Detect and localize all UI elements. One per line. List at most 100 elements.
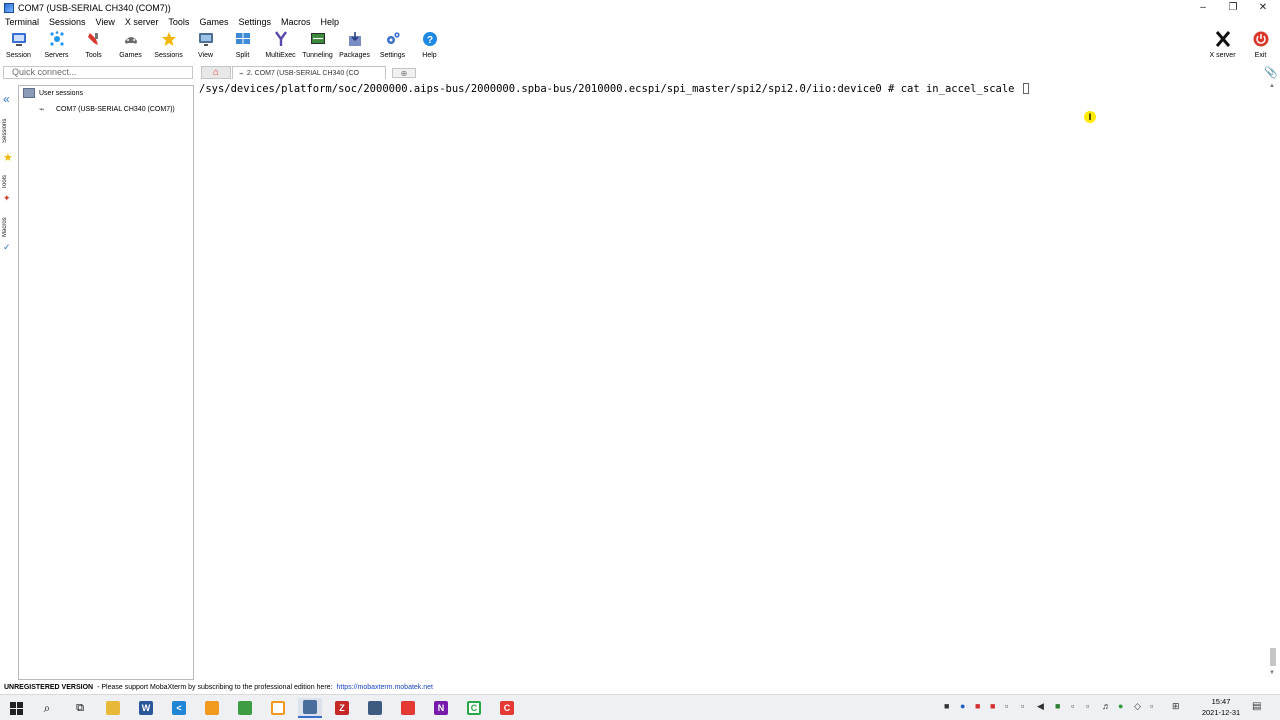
calculator-app[interactable] (364, 698, 386, 718)
clock-time: 15:47 (1211, 697, 1231, 706)
app-icon (205, 701, 219, 715)
side-tab-strip: « Sessions ★ Tools ✦ Macros ✓ (0, 85, 18, 680)
red-c-app[interactable]: C (496, 698, 518, 718)
sessions-panel: User sessions ⌁ COM7 (USB-SERIAL CH340 (… (18, 85, 194, 680)
minimize-button[interactable]: – (1188, 0, 1218, 15)
input-method-icon[interactable]: ⊞ (1172, 701, 1180, 712)
tab-com7[interactable]: ⌁ 2. COM7 (USB-SERIAL CH340 (CO (232, 66, 386, 79)
side-tab-sessions[interactable]: Sessions (2, 115, 16, 147)
tray-app-icon[interactable]: ◀ (1037, 701, 1044, 712)
user-sessions-folder[interactable]: User sessions (23, 88, 83, 98)
session-item-com7[interactable]: ⌁ COM7 (USB-SERIAL CH340 (COM7)) (39, 104, 175, 114)
folder-icon (106, 701, 120, 715)
menu-tools[interactable]: Tools (168, 17, 189, 27)
tray-app-icon[interactable]: ■ (944, 701, 949, 711)
filezilla-app[interactable]: Z (331, 698, 353, 718)
start-button[interactable] (5, 698, 27, 718)
view-icon (198, 31, 214, 47)
toolbar-tunneling-button[interactable]: Tunneling (299, 29, 336, 63)
app-icon (271, 701, 285, 715)
mobaxterm-link[interactable]: https://mobaxterm.mobatek.net (336, 684, 433, 691)
app-icon: C (467, 701, 481, 715)
status-message: - Please support MobaXterm by subscribin… (97, 683, 333, 691)
quick-connect-input[interactable]: Quick connect... (3, 66, 193, 79)
red-app[interactable] (397, 698, 419, 718)
onenote-app[interactable]: N (430, 698, 452, 718)
toolbar-help-button[interactable]: ? Help (411, 29, 448, 63)
menu-sessions[interactable]: Sessions (49, 17, 86, 27)
tray-app-icon[interactable]: ■ (990, 701, 995, 711)
orange-app[interactable] (201, 698, 223, 718)
terminal-line: /sys/devices/platform/soc/2000000.aips-b… (199, 83, 1029, 95)
network-icon[interactable]: ▫ (1150, 701, 1153, 711)
onenote-icon: N (434, 701, 448, 715)
toolbar-servers-button[interactable]: Servers (38, 29, 75, 63)
maximize-button[interactable]: ❐ (1218, 0, 1248, 15)
svg-text:?: ? (426, 35, 432, 46)
new-tab-button[interactable]: ⊕ (392, 68, 416, 78)
scroll-up-icon[interactable]: ▲ (1269, 83, 1275, 89)
task-view-icon: ⧉ (76, 701, 84, 714)
mobaxterm-taskbar-app[interactable] (298, 698, 322, 718)
green-doc-app[interactable] (234, 698, 256, 718)
vscode-icon: < (172, 701, 186, 715)
scroll-down-icon[interactable]: ▼ (1269, 670, 1275, 676)
tray-app-icon[interactable]: ● (960, 701, 965, 711)
task-view-button[interactable]: ⧉ (69, 698, 91, 718)
toolbar-multiexec-button[interactable]: MultiExec (262, 29, 299, 63)
vscode-app[interactable]: < (168, 698, 190, 718)
macro-icon: ✓ (3, 242, 11, 252)
tray-app-icon[interactable]: ▫ (1071, 701, 1074, 711)
toolbar-view-button[interactable]: View (187, 29, 224, 63)
menu-games[interactable]: Games (199, 17, 228, 27)
paperclip-icon[interactable]: 📎 (1264, 66, 1278, 79)
menu-terminal[interactable]: Terminal (5, 17, 39, 27)
menu-view[interactable]: View (96, 17, 115, 27)
toolbar-split-button[interactable]: Split (224, 29, 261, 63)
tray-app-icon[interactable]: ■ (975, 701, 980, 711)
toolbar-xserver-button[interactable]: X server (1204, 29, 1241, 63)
tray-app-icon[interactable]: ▫ (1005, 701, 1008, 711)
tools-icon: ✦ (3, 193, 11, 203)
mobaxterm-app-icon (4, 2, 14, 13)
document-icon (238, 701, 252, 715)
tray-app-icon[interactable]: ▫ (1086, 701, 1089, 711)
plus-icon: ⊕ (400, 68, 408, 78)
word-app[interactable]: W (135, 698, 157, 718)
green-c-app[interactable]: C (463, 698, 485, 718)
side-tab-macros[interactable]: Macros (2, 213, 16, 241)
terminal-scrollbar[interactable]: ▲ ▼ (1268, 80, 1278, 680)
toolbar-tools-button[interactable]: Tools (75, 29, 112, 63)
toolbar-sessions-button[interactable]: Sessions (150, 29, 187, 63)
toolbar-exit-button[interactable]: Exit (1242, 29, 1279, 63)
menu-x-server[interactable]: X server (125, 17, 159, 27)
session-icon (11, 31, 27, 47)
tray-app-icon[interactable]: ▫ (1021, 701, 1024, 711)
menu-macros[interactable]: Macros (281, 17, 311, 27)
volume-icon[interactable]: ♬ (1102, 701, 1111, 711)
search-button[interactable]: ⌕ (36, 698, 58, 718)
taskbar-clock[interactable]: 15:47 2021-12-31 (1196, 696, 1246, 718)
notification-icon[interactable]: ▤ (1252, 701, 1261, 712)
tray-app-icon[interactable]: ■ (1055, 701, 1060, 711)
scrollbar-thumb[interactable] (1270, 648, 1276, 666)
star-icon: ★ (3, 152, 13, 164)
home-tab[interactable]: ⌂ (201, 66, 231, 79)
toolbar-packages-button[interactable]: Packages (336, 29, 373, 63)
close-button[interactable]: ✕ (1248, 0, 1278, 15)
side-tab-tools[interactable]: Tools (2, 171, 16, 193)
servers-icon (49, 31, 65, 47)
orange-square-app[interactable] (267, 698, 289, 718)
packages-icon (347, 31, 363, 47)
split-icon (235, 31, 251, 47)
collapse-sidebar-icon[interactable]: « (3, 92, 10, 106)
toolbar-settings-button[interactable]: Settings (374, 29, 411, 63)
menu-settings[interactable]: Settings (238, 17, 271, 27)
terminal-area[interactable]: /sys/devices/platform/soc/2000000.aips-b… (196, 80, 1268, 680)
tray-app-icon[interactable]: ● (1118, 701, 1123, 711)
wifi-icon[interactable]: ◇ (1134, 701, 1141, 712)
file-explorer-app[interactable] (102, 698, 124, 718)
toolbar-games-button[interactable]: Games (112, 29, 149, 63)
menu-help[interactable]: Help (321, 17, 340, 27)
toolbar-session-button[interactable]: Session (0, 29, 37, 63)
